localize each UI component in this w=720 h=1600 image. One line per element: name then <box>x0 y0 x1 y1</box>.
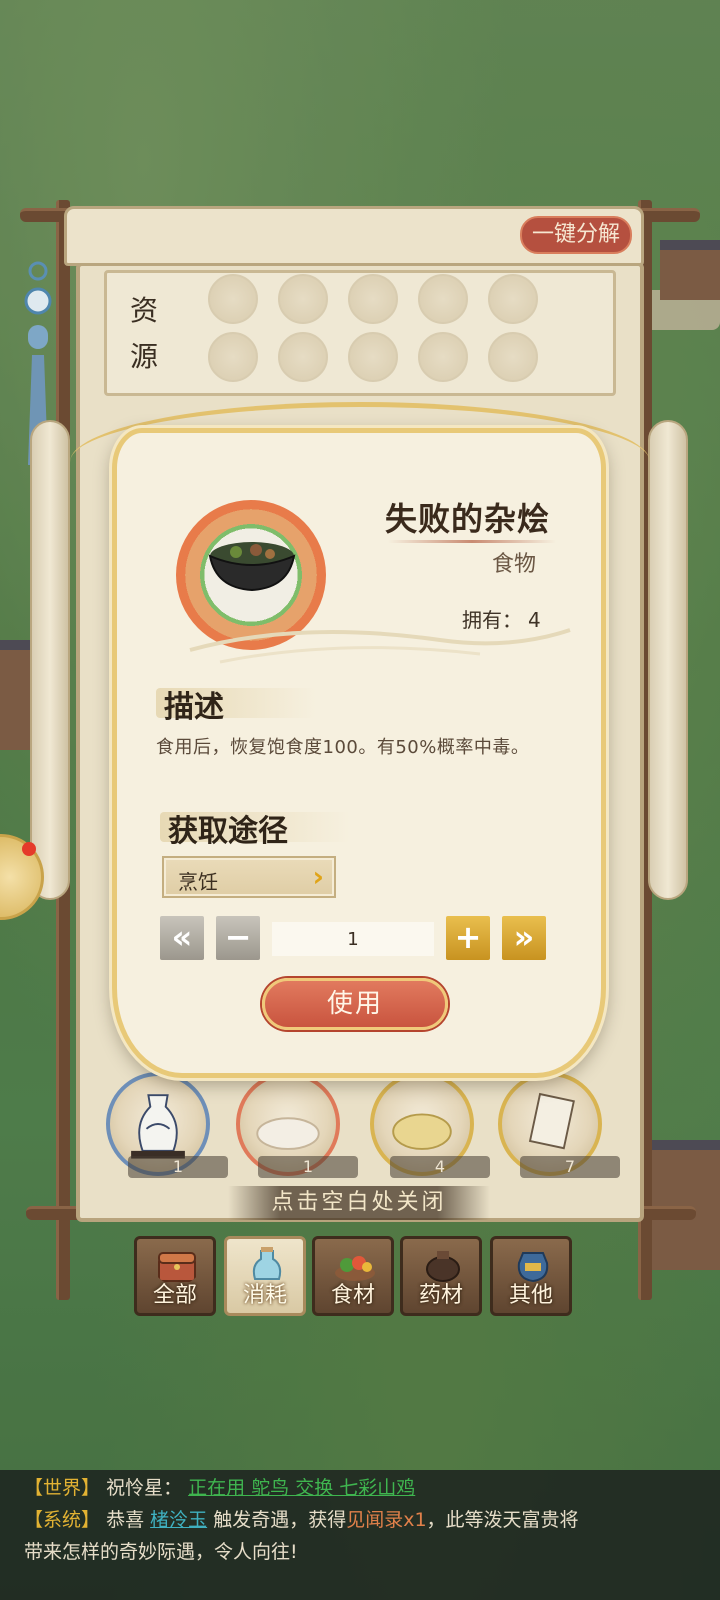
source-title: 获取途径 <box>168 814 288 849</box>
chat-line-system: 【系统】 恭喜 楮泠玉 触发奇遇，获得见闻录x1，此等泼天富贵将 <box>24 1504 579 1536</box>
resource-slot[interactable] <box>278 332 328 382</box>
chat-text: 恭喜 <box>106 1509 145 1531</box>
quantity-max-button[interactable]: » <box>502 916 546 960</box>
item-count: 7 <box>520 1156 620 1178</box>
use-button[interactable]: 使用 <box>262 978 448 1030</box>
item-count: 1 <box>258 1156 358 1178</box>
resource-slot[interactable] <box>418 332 468 382</box>
name-underline <box>388 540 556 543</box>
chat-channel-tag: 【系统】 <box>24 1509 101 1531</box>
tab-herbs[interactable]: 药材 <box>400 1236 482 1316</box>
chat-reward: 见闻录x1 <box>346 1509 427 1531</box>
tab-consumable[interactable]: 消耗 <box>224 1236 306 1316</box>
quantity-decrease-button[interactable]: − <box>216 916 260 960</box>
source-label: 烹饪 <box>178 870 218 894</box>
chat-line-world: 【世界】 祝怜星： 正在用 鸵鸟 交换 七彩山鸡 <box>24 1472 415 1504</box>
item-count: 1 <box>128 1156 228 1178</box>
tab-label: 药材 <box>418 1283 463 1308</box>
source-cooking-button[interactable]: 烹饪 › <box>162 856 336 898</box>
background-house <box>650 1140 720 1270</box>
tab-label: 消耗 <box>242 1283 287 1308</box>
item-count: 4 <box>390 1156 490 1178</box>
tab-label: 全部 <box>152 1283 197 1308</box>
cloud-swirl-decoration <box>189 628 571 664</box>
decompose-all-button[interactable]: 一键分解 <box>520 216 632 254</box>
quantity-input[interactable] <box>272 922 434 956</box>
tab-label: 食材 <box>330 1283 375 1308</box>
item-type: 食物 <box>491 552 536 577</box>
chat-line-continued: 带来怎样的奇妙际遇，令人向往! <box>24 1541 298 1563</box>
close-hint[interactable]: 点击空白处关闭 <box>228 1186 490 1220</box>
resource-slot[interactable] <box>488 332 538 382</box>
chat-text: 触发奇遇，获得 <box>213 1509 347 1531</box>
description-title: 描述 <box>164 690 224 725</box>
notification-dot <box>22 842 36 856</box>
resource-title: 资源 <box>130 294 159 373</box>
chat-message-link[interactable]: 正在用 鸵鸟 交换 七彩山鸡 <box>188 1477 415 1499</box>
chat-text: ，此等泼天富贵将 <box>426 1509 579 1531</box>
resource-slot[interactable] <box>488 274 538 324</box>
food-bowl-icon <box>208 542 296 592</box>
chat-channel-tag: 【世界】 <box>24 1477 101 1499</box>
item-name: 失败的杂烩 <box>384 500 550 538</box>
quantity-increase-button[interactable]: + <box>446 916 490 960</box>
resource-slot[interactable] <box>278 274 328 324</box>
tab-label: 其他 <box>508 1283 553 1308</box>
resource-slot[interactable] <box>208 274 258 324</box>
resource-slot[interactable] <box>348 332 398 382</box>
resource-slot[interactable] <box>418 274 468 324</box>
chat-sender: 祝怜星： <box>106 1477 183 1499</box>
tab-all[interactable]: 全部 <box>134 1236 216 1316</box>
resource-slot[interactable] <box>208 332 258 382</box>
item-description: 食用后，恢复饱食度100。有50%概率中毒。 <box>156 737 530 758</box>
scroll-rod-right <box>648 420 688 900</box>
quantity-min-button[interactable]: « <box>160 916 204 960</box>
chevron-right-icon: › <box>312 860 324 893</box>
background-house <box>660 240 720 300</box>
scroll-rod-left <box>30 420 70 900</box>
chat-panel[interactable]: 【世界】 祝怜星： 正在用 鸵鸟 交换 七彩山鸡 【系统】 恭喜 楮泠玉 触发奇… <box>0 1470 720 1600</box>
tab-ingredients[interactable]: 食材 <box>312 1236 394 1316</box>
resource-slot[interactable] <box>348 274 398 324</box>
tab-other[interactable]: 其他 <box>490 1236 572 1316</box>
chat-player-link[interactable]: 楮泠玉 <box>150 1509 207 1531</box>
